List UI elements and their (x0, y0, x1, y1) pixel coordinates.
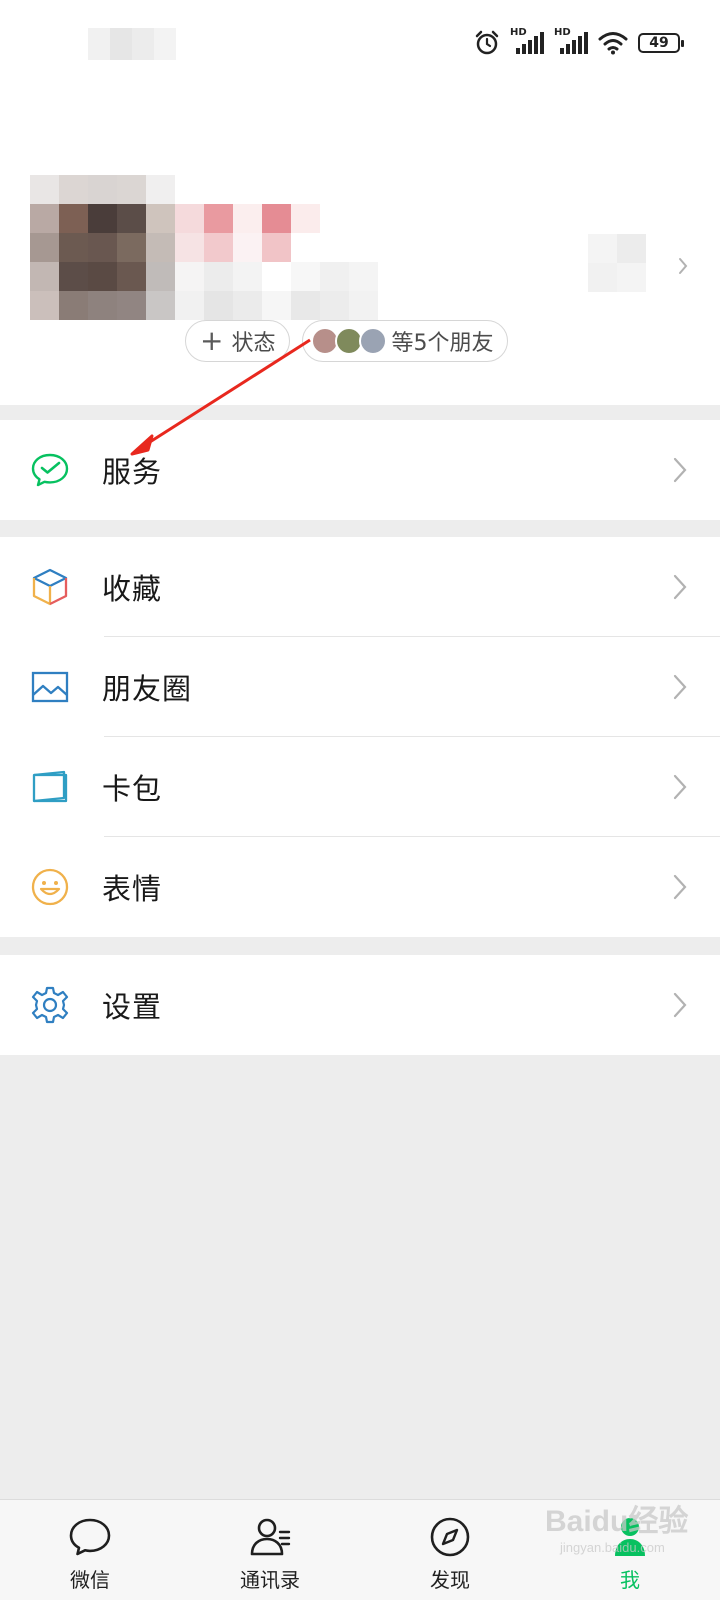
plus-icon: + (200, 324, 224, 357)
menu-item-label: 收藏 (102, 572, 163, 606)
network-label-2: HD (554, 27, 571, 38)
main-menu-card: 收藏 朋友圈 卡包 表情 (0, 537, 720, 937)
network-label-1: HD (510, 27, 527, 38)
status-icons: HD HD 49 (474, 27, 684, 56)
chat-bubble-icon (69, 1518, 111, 1556)
name-blurred-bottom (30, 291, 378, 436)
add-status-button[interactable]: + 状态 (185, 320, 291, 362)
qr-code-blurred[interactable] (588, 234, 646, 292)
baidu-watermark: Baidu经验 (545, 1505, 689, 1538)
chevron-right-icon[interactable] (678, 257, 688, 275)
status-time-blurred (88, 28, 176, 60)
gear-icon (31, 986, 69, 1024)
menu-item-stickers[interactable]: 表情 (0, 837, 720, 937)
tab-label: 我 (620, 1568, 640, 1592)
chevron-right-icon (673, 874, 687, 900)
status-bar: HD HD 49 (0, 0, 720, 80)
menu-item-label: 卡包 (102, 772, 163, 806)
alarm-icon (475, 30, 499, 55)
menu-item-label: 服务 (102, 455, 163, 489)
friend-avatars (311, 327, 388, 355)
menu-item-label: 朋友圈 (102, 672, 193, 706)
tab-chats[interactable]: 微信 (0, 1500, 180, 1600)
menu-item-moments[interactable]: 朋友圈 (0, 637, 720, 737)
menu-item-settings[interactable]: 设置 (0, 955, 720, 1055)
service-card: 服务 (0, 420, 720, 520)
menu-item-service[interactable]: 服务 (0, 420, 720, 520)
menu-item-label: 表情 (102, 872, 163, 906)
friends-status-label: 等5个朋友 (391, 331, 494, 356)
chevron-right-icon (673, 674, 687, 700)
signal-icon: HD (510, 27, 544, 55)
chevron-right-icon (673, 457, 687, 483)
cube-icon (32, 568, 68, 606)
tab-contacts[interactable]: 通讯录 (180, 1500, 360, 1600)
battery-icon: 49 (638, 33, 684, 53)
tab-discover[interactable]: 发现 (360, 1500, 540, 1600)
friends-status-button[interactable]: 等5个朋友 (302, 320, 509, 362)
wechat-pay-icon (31, 453, 69, 487)
menu-item-cards[interactable]: 卡包 (0, 737, 720, 837)
tab-label: 发现 (430, 1568, 470, 1592)
status-chips: + 状态 等5个朋友 (185, 320, 509, 362)
add-status-label: 状态 (231, 331, 276, 356)
wallet-card-icon (32, 770, 68, 803)
menu-item-favorites[interactable]: 收藏 (0, 537, 720, 637)
wifi-icon (598, 32, 628, 55)
picture-icon (31, 671, 69, 703)
battery-level: 49 (649, 35, 669, 51)
settings-card: 设置 (0, 955, 720, 1055)
chevron-right-icon (673, 992, 687, 1018)
chevron-right-icon (673, 774, 687, 800)
menu-item-label: 设置 (102, 990, 163, 1024)
profile-header[interactable]: + 状态 等5个朋友 (0, 80, 720, 405)
smiley-icon (31, 868, 69, 906)
avatar (359, 327, 388, 355)
signal-icon: HD (554, 27, 588, 55)
contacts-icon (250, 1518, 291, 1556)
tab-label: 通讯录 (240, 1568, 300, 1592)
chevron-right-icon (673, 574, 687, 600)
baidu-watermark-url: jingyan.baidu.com (560, 1540, 665, 1555)
tab-label: 微信 (70, 1568, 110, 1592)
compass-icon (430, 1517, 470, 1557)
avatar-and-name-blurred[interactable] (30, 146, 378, 291)
